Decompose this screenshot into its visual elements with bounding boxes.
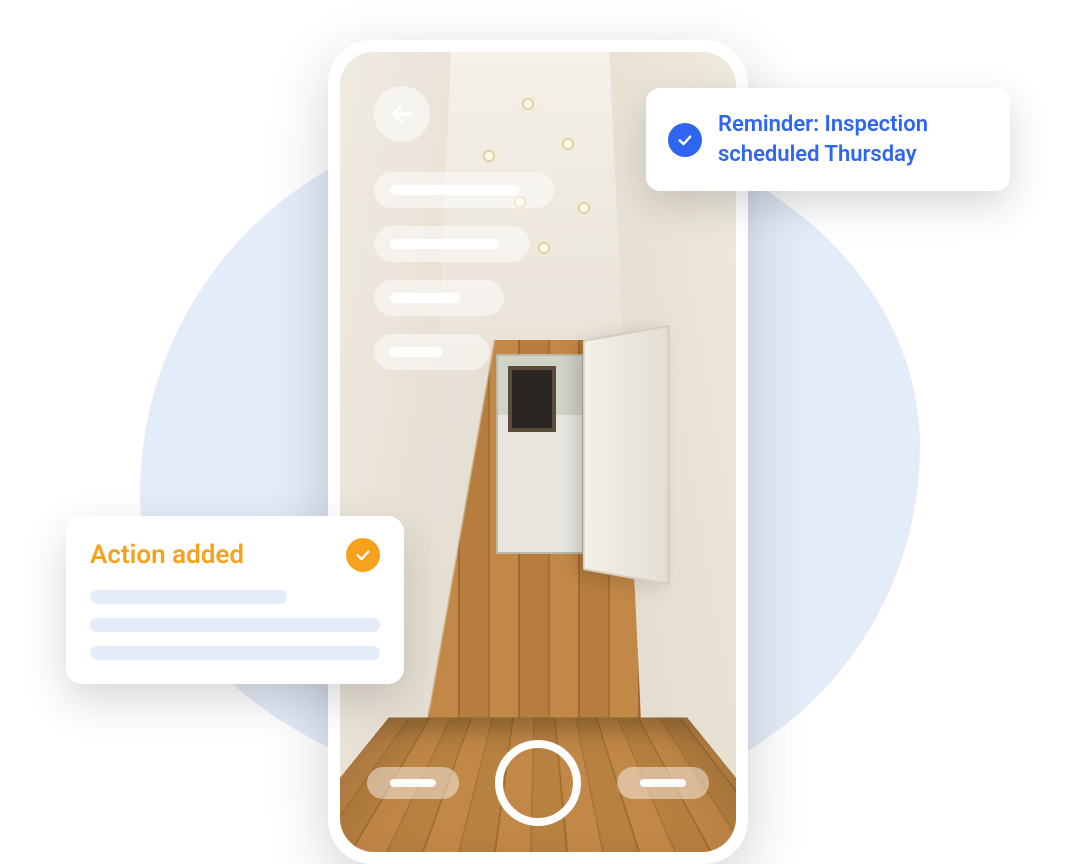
overlay-option[interactable] xyxy=(374,172,554,208)
arrow-left-icon xyxy=(389,101,415,127)
action-added-card: Action added xyxy=(66,516,404,684)
camera-controls xyxy=(340,740,736,826)
back-button[interactable] xyxy=(374,86,430,142)
check-icon xyxy=(668,123,702,157)
overlay-option[interactable] xyxy=(374,334,490,370)
overlay-option[interactable] xyxy=(374,226,530,262)
overlay-option[interactable] xyxy=(374,280,504,316)
action-card-line xyxy=(90,618,380,632)
camera-option-right[interactable] xyxy=(617,767,709,799)
action-card-line xyxy=(90,590,287,604)
overlay-options xyxy=(374,172,554,370)
camera-option-left[interactable] xyxy=(367,767,459,799)
reminder-card: Reminder: Inspection scheduled Thursday xyxy=(646,88,1010,191)
action-card-line xyxy=(90,646,380,660)
reminder-text: Reminder: Inspection scheduled Thursday xyxy=(718,110,986,169)
scene-kitchen xyxy=(496,354,584,554)
action-card-title: Action added xyxy=(90,540,244,570)
check-icon xyxy=(346,538,380,572)
shutter-button[interactable] xyxy=(495,740,581,826)
scene-door xyxy=(583,324,670,585)
